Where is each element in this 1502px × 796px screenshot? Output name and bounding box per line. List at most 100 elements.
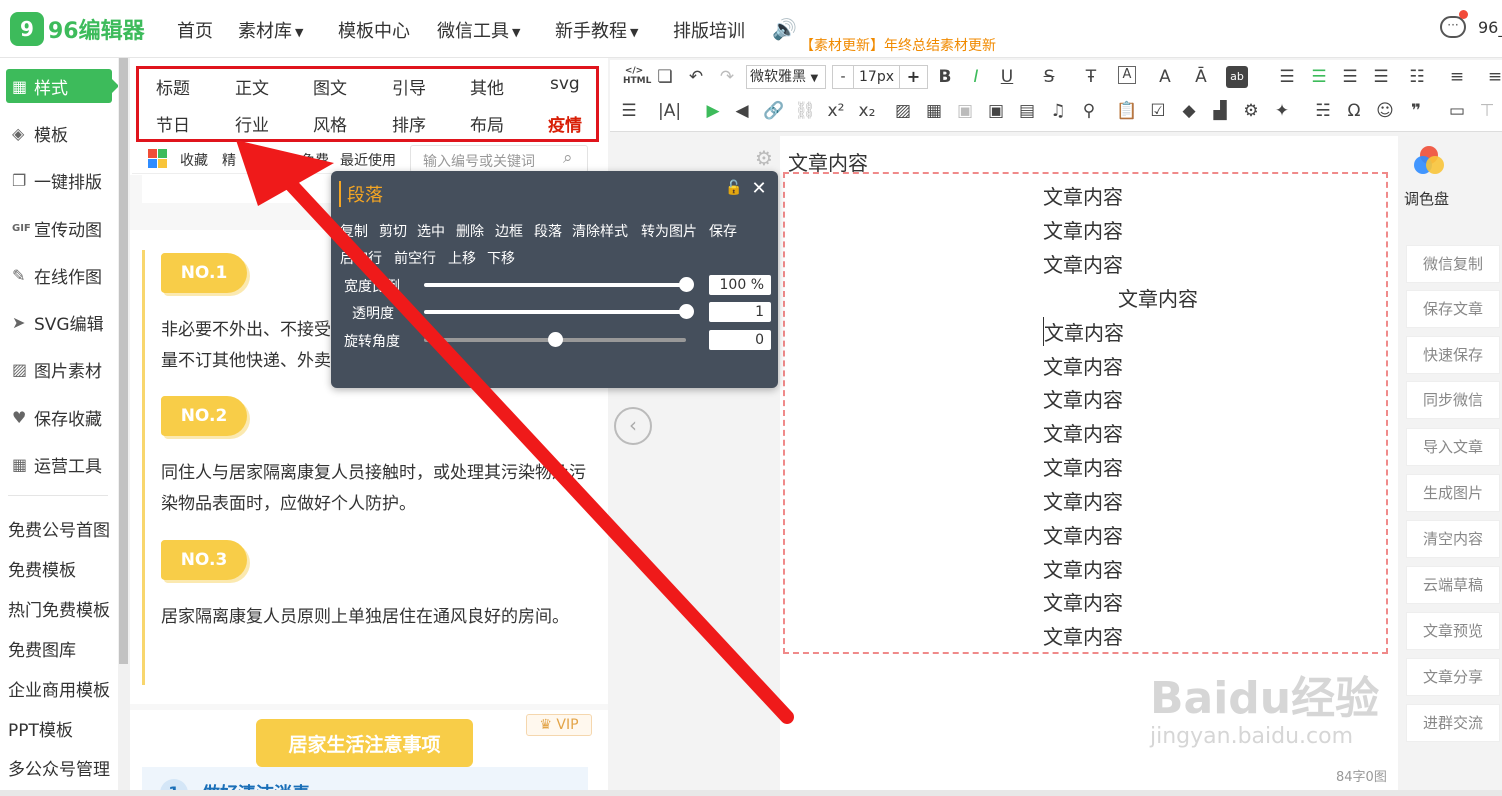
gear-icon[interactable]: ⚙: [752, 146, 776, 170]
sidebar-scrollbar[interactable]: [118, 58, 130, 796]
clear-content-button[interactable]: 清空内容: [1406, 520, 1500, 558]
sidebar-item-one-click[interactable]: ❐ 一键排版: [6, 163, 112, 197]
content-line[interactable]: 文章内容: [1043, 621, 1123, 650]
filter-favorites[interactable]: 收藏: [180, 150, 208, 170]
sidebar-link[interactable]: 免费模板: [8, 556, 76, 581]
checkbox-icon[interactable]: ☑: [1147, 100, 1169, 122]
bold-icon[interactable]: B: [934, 66, 956, 88]
search-icon[interactable]: ⌕: [563, 148, 573, 168]
cloud-draft-button[interactable]: 云端草稿: [1406, 566, 1500, 604]
action-select[interactable]: 选中: [417, 221, 445, 241]
italic-icon[interactable]: I: [965, 66, 987, 88]
horizontal-scrollbar[interactable]: [0, 790, 1502, 796]
sidebar-item-gif[interactable]: GIF 宣传动图: [6, 211, 112, 245]
search-input[interactable]: 输入编号或关键词 ⌕: [410, 145, 588, 173]
music-icon[interactable]: ♫: [1047, 100, 1069, 122]
action-to-image[interactable]: 转为图片: [641, 221, 697, 241]
nav-item-templates[interactable]: 模板中心: [338, 17, 410, 43]
category-tab-epidemic[interactable]: 疫情: [548, 111, 582, 136]
action-move-up[interactable]: 上移: [448, 248, 476, 268]
sidebar-link[interactable]: 多公众号管理: [8, 755, 110, 780]
filter-free[interactable]: 免费: [301, 150, 329, 170]
content-line[interactable]: 文章内容: [1043, 418, 1123, 447]
category-tab-guide[interactable]: 引导: [392, 74, 426, 99]
nav-item-tutorial[interactable]: 新手教程 ▼: [555, 17, 638, 43]
sidebar-link[interactable]: 企业商用模板: [8, 676, 110, 701]
opacity-value[interactable]: 1: [709, 302, 771, 322]
magic-wand-icon[interactable]: ✦: [1271, 100, 1293, 122]
align-justify-icon[interactable]: ☰: [1370, 66, 1392, 88]
hatch-icon[interactable]: ▨: [892, 100, 914, 122]
category-tab-svg[interactable]: svg: [550, 74, 580, 94]
ltr-icon[interactable]: ▶: [702, 100, 724, 122]
action-delete[interactable]: 删除: [456, 221, 484, 241]
action-cut[interactable]: 剪切: [379, 221, 407, 241]
sidebar-item-images[interactable]: ▨ 图片素材: [6, 352, 112, 386]
font-family-select[interactable]: 微软雅黑 ▼: [746, 65, 826, 89]
filter-premium[interactable]: 品: [275, 150, 289, 170]
action-clear-style[interactable]: 清除样式: [572, 221, 628, 241]
omega-icon[interactable]: Ω: [1343, 100, 1365, 122]
format-brush-icon[interactable]: ▟: [1209, 100, 1231, 122]
sidebar-item-styles[interactable]: ▦ 样式: [6, 69, 112, 103]
category-tab-sort[interactable]: 排序: [392, 111, 426, 136]
overline-icon[interactable]: Ŧ: [1080, 66, 1102, 88]
category-tab-image-text[interactable]: 图文: [313, 74, 347, 99]
font-size-decrease-button[interactable]: -: [832, 65, 854, 89]
sidebar-link[interactable]: 免费图库: [8, 636, 76, 661]
paragraph-spacing-icon[interactable]: ☰: [618, 100, 640, 122]
text-border-icon[interactable]: A: [1118, 66, 1136, 84]
sidebar-link[interactable]: PPT模板: [8, 716, 73, 741]
import-article-button[interactable]: 导入文章: [1406, 428, 1500, 466]
align-center-icon[interactable]: ☰: [1308, 66, 1330, 88]
save-article-button[interactable]: 保存文章: [1406, 290, 1500, 328]
content-line[interactable]: 文章内容: [1043, 249, 1123, 278]
category-tab-layout[interactable]: 布局: [470, 111, 504, 136]
letter-spacing-icon[interactable]: ≡: [1484, 66, 1502, 88]
content-line[interactable]: 文章内容: [1043, 554, 1123, 583]
unlock-icon[interactable]: 🔓: [725, 180, 743, 198]
generate-image-button[interactable]: 生成图片: [1406, 474, 1500, 512]
width-ratio-value[interactable]: 100 %: [709, 275, 771, 295]
slider-thumb[interactable]: [679, 304, 694, 319]
text-shadow-icon[interactable]: Ā: [1190, 66, 1212, 88]
collapse-panel-button[interactable]: ‹: [614, 407, 652, 445]
sidebar-link[interactable]: 免费公号首图: [8, 516, 110, 541]
content-line[interactable]: 文章内容: [1043, 215, 1123, 244]
separator-icon[interactable]: ☵: [1312, 100, 1334, 122]
text-width-icon[interactable]: |A|: [658, 100, 681, 122]
font-size-increase-button[interactable]: +: [900, 65, 928, 89]
rotation-slider[interactable]: [424, 332, 686, 347]
color-filter-icon[interactable]: [148, 149, 168, 169]
slider-thumb[interactable]: [679, 277, 694, 292]
action-move-down[interactable]: 下移: [487, 248, 515, 268]
subscript-icon[interactable]: x₂: [856, 100, 878, 122]
action-copy[interactable]: 复制: [340, 221, 368, 241]
html-icon[interactable]: </> HTML: [623, 66, 651, 88]
nav-item-home[interactable]: 首页: [177, 17, 213, 43]
filter-recent[interactable]: 最近使用: [340, 150, 396, 170]
palette-label[interactable]: 调色盘: [1404, 188, 1449, 209]
quick-save-button[interactable]: 快速保存: [1406, 336, 1500, 374]
slider-thumb[interactable]: [548, 332, 563, 347]
action-blank-before[interactable]: 前空行: [394, 248, 436, 268]
nav-item-training[interactable]: 排版培训: [673, 17, 745, 43]
category-tab-festival[interactable]: 节日: [156, 111, 190, 136]
undo-icon[interactable]: ↶: [685, 66, 707, 88]
logo[interactable]: 9 96编辑器: [10, 12, 145, 46]
category-tab-style[interactable]: 风格: [313, 111, 347, 136]
width-ratio-slider[interactable]: [424, 277, 694, 292]
video-icon[interactable]: ▤: [1016, 100, 1038, 122]
category-tab-other[interactable]: 其他: [470, 74, 504, 99]
preview-icon[interactable]: ❏: [654, 66, 676, 88]
wechat-copy-button[interactable]: 微信复制: [1406, 245, 1500, 283]
content-line[interactable]: 文章内容: [1043, 486, 1123, 515]
content-line[interactable]: 文章内容: [1043, 452, 1123, 481]
nav-item-wechat-tools[interactable]: 微信工具 ▼: [437, 17, 520, 43]
underline-icon[interactable]: U: [996, 66, 1018, 88]
news-ticker[interactable]: 【素材更新】年终总结素材更新: [800, 35, 996, 55]
content-line[interactable]: 文章内容: [1118, 283, 1198, 312]
superscript-icon[interactable]: x²: [825, 100, 847, 122]
map-icon[interactable]: ⚲: [1078, 100, 1100, 122]
nav-item-materials[interactable]: 素材库 ▼: [238, 17, 303, 43]
